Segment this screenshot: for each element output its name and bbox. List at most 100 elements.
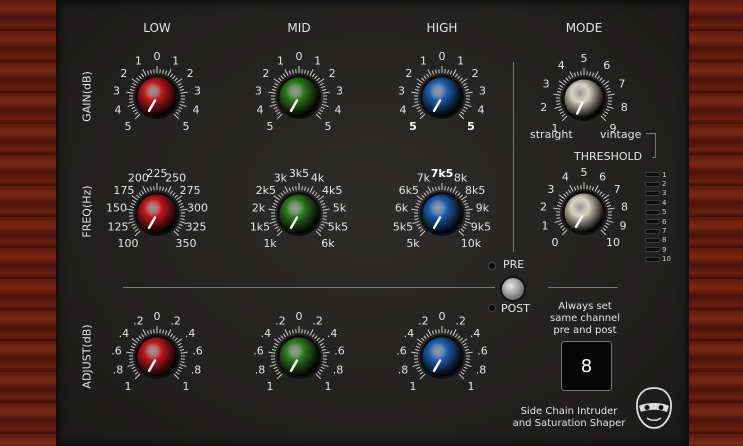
tick-mark bbox=[169, 333, 173, 338]
tick-mark bbox=[561, 227, 566, 231]
tick-mark bbox=[458, 230, 465, 237]
scale-label: .6 bbox=[111, 345, 122, 358]
scale-label: 1 bbox=[314, 54, 321, 67]
tick-mark bbox=[605, 108, 610, 112]
tick-mark bbox=[416, 223, 421, 227]
tick-mark bbox=[172, 75, 176, 80]
tick-mark bbox=[423, 75, 427, 80]
channel-display[interactable]: 8 bbox=[561, 341, 612, 391]
meter-bar bbox=[645, 247, 660, 253]
scale-label: .4 bbox=[185, 327, 196, 340]
tick-mark bbox=[126, 91, 134, 94]
tick-mark bbox=[463, 345, 469, 349]
tick-mark bbox=[127, 103, 135, 108]
scale-label: 5 bbox=[467, 120, 475, 133]
tick-mark bbox=[309, 329, 314, 336]
tick-mark bbox=[415, 345, 421, 349]
tick-mark bbox=[452, 69, 457, 76]
tick-mark bbox=[283, 73, 287, 78]
tick-mark bbox=[284, 329, 289, 336]
tick-mark bbox=[449, 70, 453, 75]
tick-mark bbox=[606, 90, 612, 93]
tick-mark bbox=[315, 113, 322, 120]
threshold-meter: 1 2 3 4 5 6 7 8 9 10 bbox=[645, 170, 675, 264]
scale-label: .4 bbox=[327, 327, 338, 340]
tick-mark bbox=[174, 337, 178, 342]
tick-mark bbox=[604, 198, 609, 202]
tick-mark bbox=[319, 342, 324, 346]
tick-mark bbox=[462, 109, 467, 113]
tick-mark bbox=[561, 115, 568, 122]
scale-label: 4 bbox=[400, 104, 407, 117]
scale-label: 10 bbox=[606, 236, 620, 249]
high-adjust-knob[interactable]: 1.8.6.4.2 0.2.4.6.81 bbox=[396, 310, 487, 393]
mid-adjust-knob[interactable]: 1.8.6.4.2 0.2.4.6.81 bbox=[253, 310, 344, 393]
tick-mark bbox=[607, 207, 615, 210]
note-divider bbox=[548, 287, 618, 288]
tick-mark bbox=[556, 217, 561, 219]
tick-mark bbox=[174, 194, 178, 199]
tick-mark bbox=[175, 371, 180, 375]
tick-mark bbox=[131, 338, 138, 344]
pre-led bbox=[488, 262, 496, 270]
knob-cap bbox=[422, 337, 462, 377]
tick-mark bbox=[164, 70, 168, 75]
pre-post-toggle[interactable] bbox=[502, 278, 524, 300]
high-gain-knob[interactable]: 54321 0 12345 bbox=[398, 50, 486, 133]
meter-bar bbox=[645, 200, 660, 206]
tick-mark bbox=[599, 77, 603, 82]
tick-mark bbox=[174, 77, 178, 82]
tick-mark bbox=[591, 72, 595, 77]
knob-cap bbox=[279, 77, 319, 117]
tick-mark bbox=[311, 333, 315, 338]
tick-mark bbox=[427, 329, 432, 336]
tick-mark bbox=[464, 348, 470, 351]
tick-mark bbox=[276, 230, 283, 237]
tick-mark bbox=[434, 329, 437, 334]
tick-mark bbox=[419, 111, 424, 115]
tick-mark bbox=[317, 371, 322, 375]
tick-mark bbox=[274, 369, 279, 373]
tick-mark bbox=[317, 111, 322, 115]
meter-scale-label: 7 bbox=[662, 227, 667, 236]
low-gain-knob[interactable]: 54321 0 12345 bbox=[113, 50, 201, 133]
low-adjust-knob[interactable]: 1.8.6.4.2 0.2.4.6.81 bbox=[111, 310, 202, 393]
tick-mark bbox=[322, 208, 330, 211]
tick-mark bbox=[416, 338, 423, 344]
meter-scale-label: 3 bbox=[662, 189, 667, 198]
threshold-knob[interactable]: 01 234 5 678 9 10 bbox=[540, 166, 628, 249]
scale-label: 8k5 bbox=[465, 184, 485, 197]
meter-scale-label: 4 bbox=[662, 198, 667, 207]
tick-mark bbox=[600, 115, 607, 122]
tick-mark bbox=[271, 348, 277, 351]
scale-label: 5 bbox=[581, 166, 588, 179]
tick-mark bbox=[176, 78, 183, 84]
tick-mark bbox=[606, 219, 614, 224]
tick-mark bbox=[423, 192, 427, 197]
tick-mark bbox=[557, 87, 563, 91]
high-freq-knob[interactable]: 5k 5k5 6k 6k57k 7k5 8k8k5 9k 9k5 10k bbox=[393, 167, 491, 250]
scale-label: 1 bbox=[420, 54, 427, 67]
mode-knob[interactable]: 123456789 bbox=[540, 52, 627, 135]
tick-mark bbox=[176, 338, 183, 344]
scale-label: 4k5 bbox=[322, 184, 342, 197]
tick-mark bbox=[178, 345, 184, 349]
tick-mark bbox=[269, 363, 277, 368]
tick-mark bbox=[132, 82, 137, 86]
tick-mark bbox=[271, 101, 276, 103]
scale-label: .2 bbox=[133, 314, 144, 327]
low-freq-knob[interactable]: 100125150175200225250275300325350 bbox=[106, 167, 208, 250]
tick-mark bbox=[304, 329, 307, 334]
tick-mark bbox=[596, 75, 600, 80]
mid-freq-knob[interactable]: 1k 1k5 2k 2k53k 3k5 4k4k5 5k 5k5 6k bbox=[250, 167, 348, 250]
scale-label: 8 bbox=[621, 101, 628, 114]
tick-mark bbox=[599, 191, 603, 196]
tick-mark bbox=[459, 77, 463, 82]
knob-layer: 54321 0 12345 10012515017520022525027530032… bbox=[106, 50, 628, 393]
tick-mark bbox=[131, 106, 136, 110]
tick-mark bbox=[138, 75, 142, 80]
tick-mark bbox=[138, 335, 142, 340]
tick-mark bbox=[180, 218, 185, 220]
row-label-gain: GAIN(dB) bbox=[80, 71, 94, 122]
mid-gain-knob[interactable]: 54321 0 12345 bbox=[255, 50, 343, 133]
